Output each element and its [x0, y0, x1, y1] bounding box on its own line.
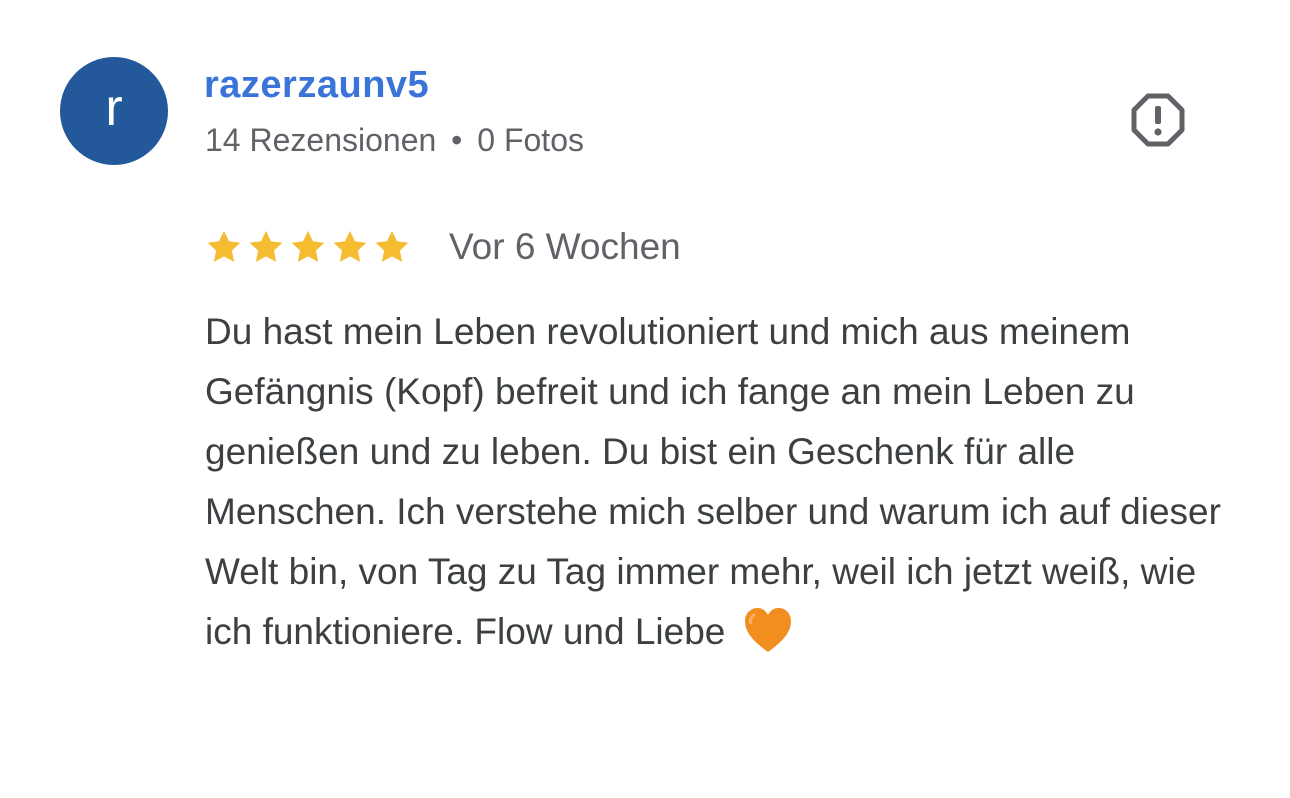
report-flag-icon[interactable]: [1130, 92, 1186, 148]
review-card: r razerzaunv5 14 Rezensionen • 0 Fotos V…: [0, 0, 1290, 798]
star-icon: [375, 230, 409, 262]
rating-row: Vor 6 Wochen: [205, 226, 681, 268]
review-text: Du hast mein Leben revolutioniert und mi…: [205, 311, 1221, 652]
reviews-count: 14 Rezensionen: [205, 122, 437, 158]
star-rating: [205, 228, 411, 266]
author-meta: 14 Rezensionen • 0 Fotos: [205, 122, 584, 159]
meta-separator: •: [451, 122, 463, 158]
star-icon: [249, 230, 283, 262]
avatar[interactable]: r: [60, 57, 168, 165]
photos-count: 0 Fotos: [477, 122, 584, 158]
review-time: Vor 6 Wochen: [449, 226, 681, 267]
orange-heart-icon: [744, 608, 791, 653]
avatar-letter: r: [105, 79, 123, 137]
author-name[interactable]: razerzaunv5: [204, 64, 429, 107]
review-text-block: Du hast mein Leben revolutioniert und mi…: [205, 302, 1245, 662]
star-icon: [291, 230, 325, 262]
star-icon: [207, 230, 241, 262]
star-icon: [333, 230, 367, 262]
